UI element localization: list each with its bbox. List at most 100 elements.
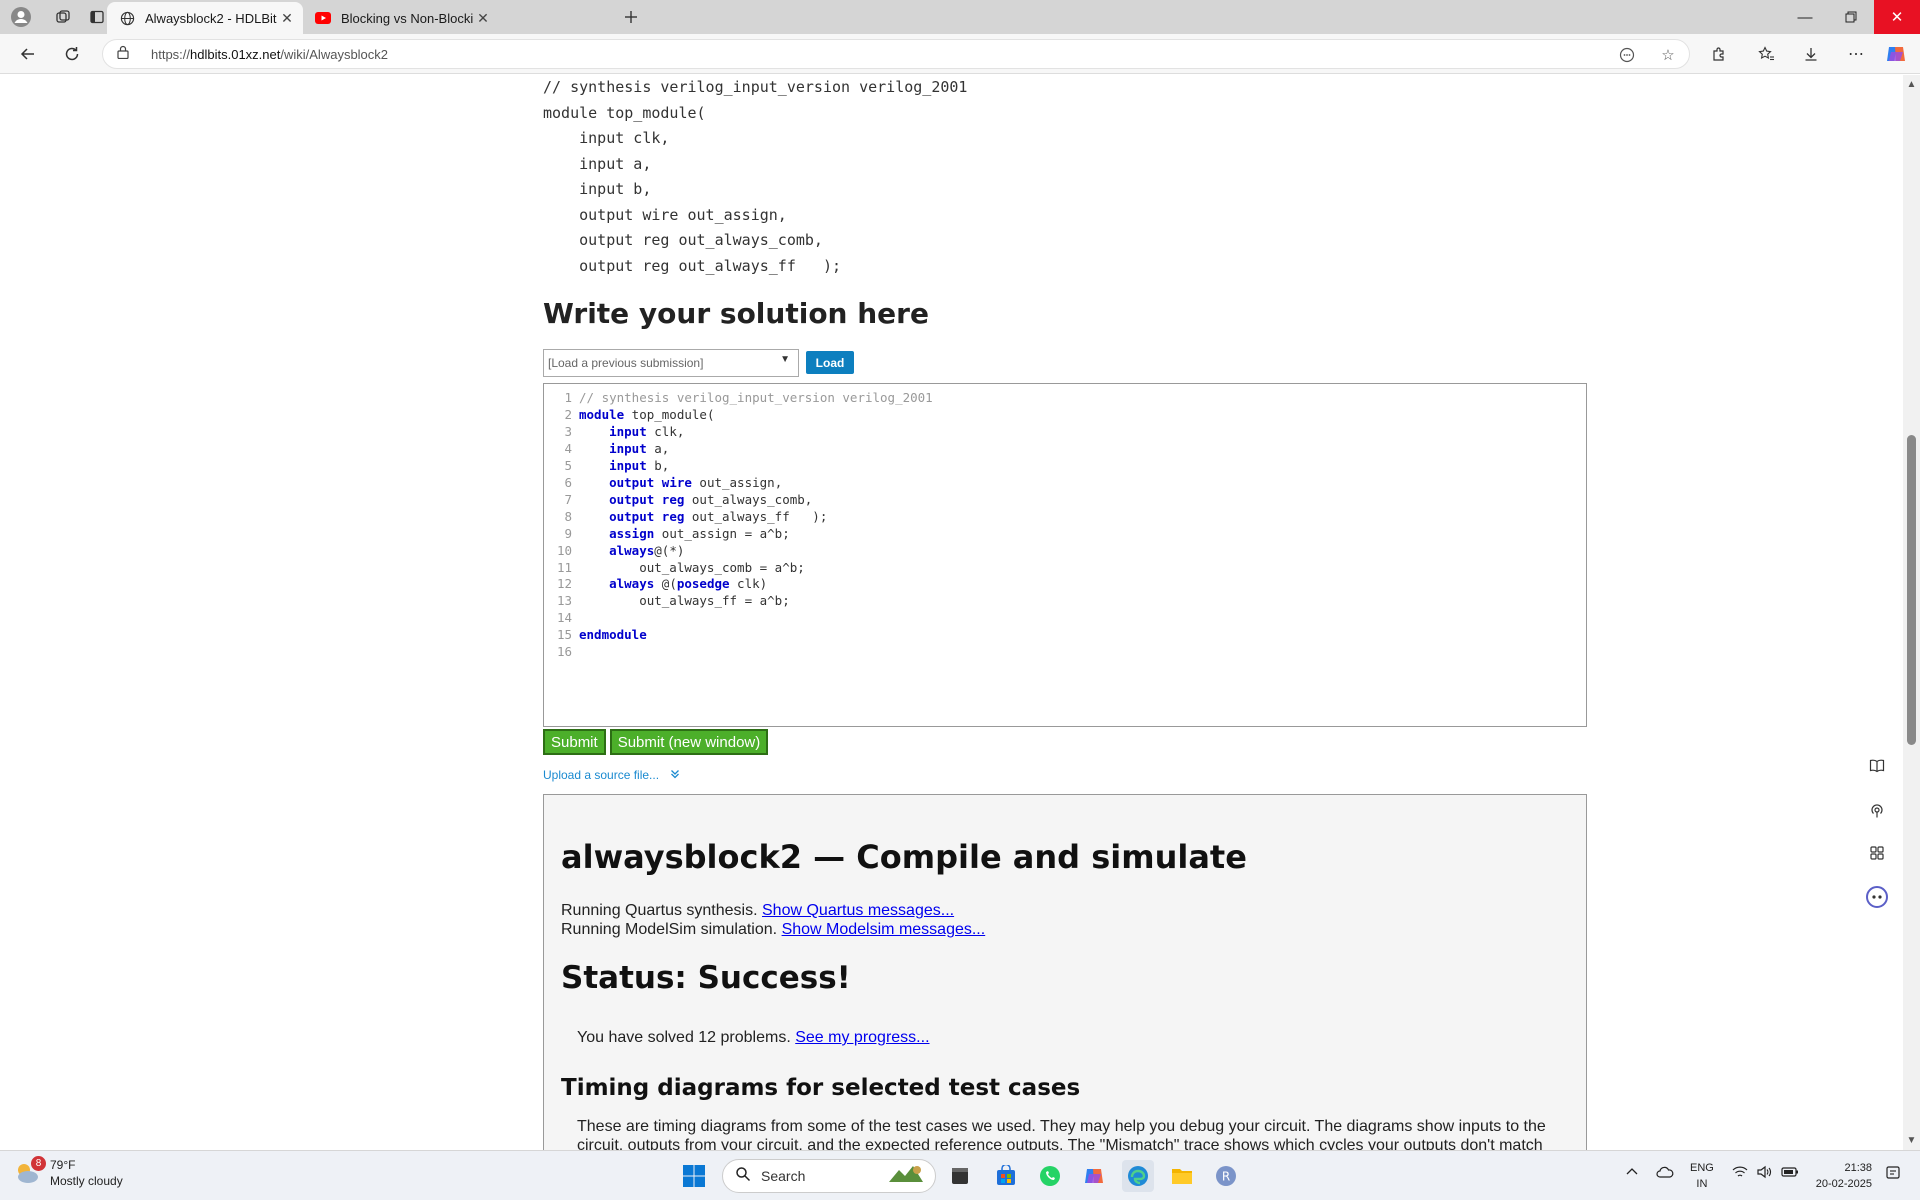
file-explorer-icon[interactable] [1166, 1160, 1198, 1192]
quartus-text: Running Quartus synthesis. [561, 902, 758, 919]
interface-code-line: module top_module( [543, 103, 706, 122]
copilot-icon[interactable] [1882, 41, 1910, 67]
submit-button[interactable]: Submit [543, 729, 606, 755]
more-menu-icon[interactable]: ⋯ [1842, 41, 1870, 67]
new-tab-icon[interactable] [618, 4, 644, 30]
wifi-icon[interactable] [1732, 1165, 1748, 1182]
close-tab-icon[interactable]: ✕ [473, 10, 493, 27]
clock-date: 20-02-2025 [1815, 1178, 1872, 1190]
weather-widget[interactable]: 8 79°F Mostly cloudy [12, 1156, 123, 1189]
r-app-icon[interactable]: R [1210, 1160, 1242, 1192]
results-title: alwaysblock2 — Compile and simulate [561, 838, 1247, 876]
double-chevron-down-icon[interactable] [667, 768, 680, 782]
quartus-line: Running Quartus synthesis. Show Quartus … [561, 902, 954, 920]
search-highlight-icon [887, 1162, 927, 1191]
profile-icon[interactable] [8, 4, 34, 30]
url-text[interactable]: https://hdlbits.01xz.net/wiki/Alwaysbloc… [151, 47, 388, 62]
clock-time: 21:38 [1844, 1162, 1872, 1174]
show-quartus-messages-link[interactable]: Show Quartus messages... [762, 902, 954, 919]
upload-source-link[interactable]: Upload a source file... [543, 768, 680, 782]
timing-description: These are timing diagrams from some of t… [577, 1118, 1546, 1150]
microsoft-store-icon[interactable] [990, 1160, 1022, 1192]
clock[interactable]: 21:38 20-02-2025 [1812, 1160, 1872, 1192]
scroll-up-arrow-icon[interactable]: ▲ [1903, 79, 1920, 90]
solution-heading: Write your solution here [543, 297, 929, 330]
lang-line1: ENG [1690, 1162, 1714, 1174]
address-toolbar: https://hdlbits.01xz.net/wiki/Alwaysbloc… [0, 34, 1920, 74]
extensions-icon[interactable] [1705, 41, 1733, 67]
timing-heading: Timing diagrams for selected test cases [561, 1075, 1081, 1101]
tab-title: Blocking vs Non-Blocking Assignm [341, 10, 473, 26]
vertical-scrollbar[interactable]: ▲ ▼ [1903, 75, 1920, 1150]
solved-text: You have solved 12 problems. [577, 1029, 791, 1046]
tab-alwaysblock2[interactable]: Alwaysblock2 - HDLBits ✕ [107, 2, 303, 34]
window-close-icon[interactable]: ✕ [1874, 0, 1920, 34]
code-line[interactable]: 16 [544, 642, 1586, 663]
restore-icon[interactable] [1828, 0, 1874, 34]
svg-text:R: R [1222, 1170, 1230, 1184]
search-placeholder: Search [761, 1168, 806, 1184]
onedrive-icon[interactable] [1656, 1165, 1674, 1182]
volume-icon[interactable] [1756, 1165, 1772, 1182]
submit-row: Submit Submit (new window) [543, 729, 769, 755]
notifications-icon[interactable] [1885, 1165, 1901, 1184]
weather-desc: Mostly cloudy [50, 1174, 123, 1188]
tab-blocking-vs-nonblocking[interactable]: Blocking vs Non-Blocking Assignm ✕ [303, 2, 499, 34]
input-language[interactable]: ENG IN [1690, 1160, 1714, 1192]
close-tab-icon[interactable]: ✕ [277, 10, 297, 27]
podcast-icon[interactable] [1862, 796, 1892, 826]
apps-grid-icon[interactable] [1862, 838, 1892, 868]
lang-line2: IN [1696, 1178, 1708, 1190]
interface-code-line: // synthesis verilog_input_version veril… [543, 78, 968, 96]
modelsim-line: Running ModelSim simulation. Show Models… [561, 921, 985, 939]
downloads-icon[interactable] [1797, 41, 1825, 67]
whatsapp-icon[interactable] [1034, 1160, 1066, 1192]
back-icon[interactable] [14, 41, 42, 67]
load-submission-select[interactable]: [Load a previous submission] ▼ [543, 349, 799, 377]
refresh-icon[interactable] [58, 41, 86, 67]
minimize-icon[interactable]: — [1782, 0, 1828, 34]
code-editor[interactable]: 1// synthesis verilog_input_version veri… [543, 383, 1587, 727]
edge-browser-icon[interactable] [1122, 1160, 1154, 1192]
workspaces-icon[interactable] [50, 4, 76, 30]
scrollbar-thumb[interactable] [1907, 435, 1916, 745]
cloud-sun-icon: 8 [12, 1156, 46, 1188]
results-panel: alwaysblock2 — Compile and simulate Runn… [543, 794, 1587, 1150]
show-modelsim-messages-link[interactable]: Show Modelsim messages... [782, 921, 986, 938]
submit-new-window-button[interactable]: Submit (new window) [609, 729, 769, 755]
search-icon [735, 1166, 751, 1187]
tab-title: Alwaysblock2 - HDLBits [145, 10, 277, 26]
load-select-placeholder: [Load a previous submission] [548, 356, 704, 370]
windows-start-icon[interactable] [678, 1160, 710, 1192]
web-page: // synthesis verilog_input_version veril… [0, 75, 1903, 1150]
see-progress-link[interactable]: See my progress... [795, 1029, 929, 1046]
module-interface-code: // synthesis verilog_input_version veril… [543, 75, 967, 279]
copilot-app-icon[interactable] [1078, 1160, 1110, 1192]
scroll-down-arrow-icon[interactable]: ▼ [1903, 1135, 1920, 1146]
windows-taskbar: 8 79°F Mostly cloudy Search R ENG IN 21:… [0, 1150, 1920, 1200]
interface-code-line: input b, [543, 180, 652, 198]
book-icon[interactable] [1862, 751, 1892, 781]
interface-code-line: input a, [543, 154, 652, 173]
interface-code-line: output reg out_always_comb, [543, 231, 823, 249]
copilot-assistant-icon[interactable] [1862, 882, 1892, 912]
file-manager-app-icon[interactable] [944, 1160, 976, 1192]
interface-code-line: output reg out_always_ff ); [543, 256, 842, 275]
interface-code-line: input clk, [543, 129, 670, 147]
upload-link-text[interactable]: Upload a source file... [543, 768, 659, 782]
url-bar[interactable]: https://hdlbits.01xz.net/wiki/Alwaysbloc… [102, 39, 1690, 69]
globe-icon [119, 10, 135, 26]
weather-badge: 8 [31, 1156, 46, 1171]
dropdown-arrow-icon: ▼ [780, 354, 790, 365]
load-button[interactable]: Load [806, 351, 854, 374]
line-number: 16 [556, 644, 572, 660]
lock-icon[interactable] [117, 45, 133, 64]
favorite-star-icon[interactable]: ☆ [1654, 40, 1682, 70]
taskbar-search[interactable]: Search [722, 1159, 936, 1193]
favorites-icon[interactable] [1752, 41, 1780, 67]
reader-view-icon[interactable] [1613, 40, 1641, 70]
status-heading: Status: Success! [561, 960, 851, 996]
tray-chevron-up-icon[interactable] [1625, 1165, 1639, 1182]
battery-icon[interactable] [1781, 1165, 1799, 1182]
interface-code-line: output wire out_assign, [543, 205, 787, 224]
